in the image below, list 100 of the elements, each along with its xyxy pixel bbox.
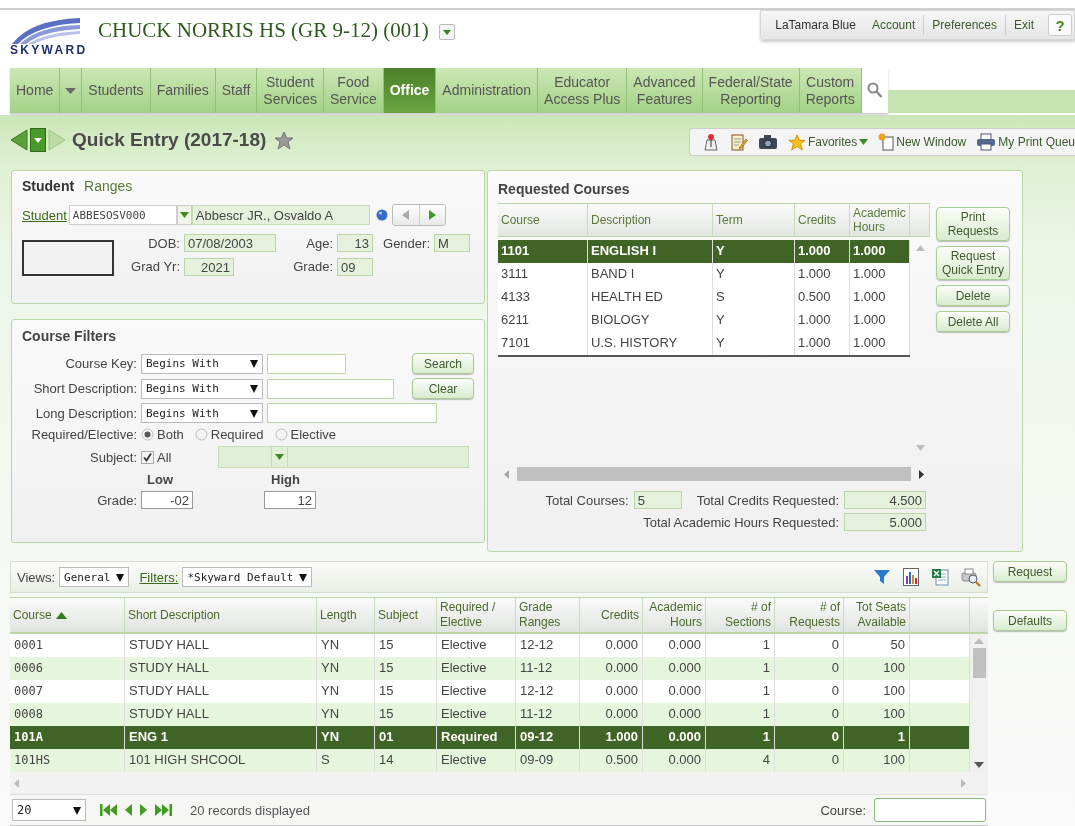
match-dropdown[interactable]: Begins With (141, 403, 263, 423)
table-row[interactable]: 101HS 101 HIGH SHCOOL S 14 Elective 09-09 0.500 0.000 4 0 100 (10, 749, 970, 772)
grade-low-field[interactable]: -02 (141, 491, 193, 509)
input-field[interactable] (267, 353, 346, 374)
student-link[interactable]: Student (22, 207, 67, 223)
logo-swoosh-icon (10, 16, 82, 44)
scroll-left-icon (504, 469, 509, 479)
column-header[interactable]: # of Sections (706, 598, 775, 632)
student-id-field[interactable]: ABBESOSV000 (68, 205, 177, 225)
nav-tab[interactable]: Students (82, 68, 151, 113)
nav-tab[interactable]: Student Services (257, 68, 324, 113)
views-dropdown[interactable]: General (59, 567, 130, 587)
column-header[interactable]: Academic Hours (850, 204, 910, 236)
column-header[interactable]: # of Requests (775, 598, 844, 632)
action-button[interactable]: Delete All (936, 311, 1010, 332)
camera-icon[interactable] (757, 134, 778, 150)
radio-button[interactable]: Elective (274, 427, 337, 442)
radio-button[interactable]: Both (141, 427, 184, 442)
column-header[interactable]: Credits (580, 598, 643, 632)
next-page-icon[interactable] (140, 804, 147, 816)
filter-button[interactable]: Search (412, 353, 474, 374)
nav-tab[interactable]: Staff (215, 68, 258, 113)
horizontal-scrollbar[interactable] (10, 772, 988, 794)
panel-tab[interactable]: Ranges (84, 178, 133, 194)
table-row[interactable]: 4133 HEALTH ED S 0.500 1.000 (498, 286, 910, 309)
input-field[interactable] (267, 378, 394, 399)
first-page-icon[interactable] (100, 804, 117, 816)
input-field[interactable] (267, 403, 437, 423)
panel-tab[interactable]: Student (22, 178, 75, 194)
nav-tab[interactable]: Federal/State Reporting (702, 68, 800, 113)
radio-button[interactable]: Required (194, 427, 264, 442)
nav-tab[interactable]: Custom Reports (799, 68, 862, 113)
school-dropdown-button[interactable] (438, 24, 455, 40)
filter-icon[interactable] (873, 568, 891, 586)
user-menu-link[interactable]: Account (863, 15, 924, 35)
table-row[interactable]: 101A ENG 1 YN 01 Required 09-12 1.000 0.000 1 0 1 (10, 726, 970, 749)
bar-chart-icon[interactable] (903, 568, 919, 586)
column-header[interactable]: Grade Ranges (516, 598, 580, 632)
help-button[interactable]: ? (1048, 14, 1072, 36)
column-header[interactable]: Description (588, 204, 713, 236)
column-header[interactable]: Term (713, 204, 795, 236)
table-row[interactable]: 0006 STUDY HALL YN 15 Elective 11-12 0.000 0.000 1 0 100 (10, 657, 970, 680)
column-header[interactable]: Subject (375, 598, 437, 632)
spreadsheet-icon[interactable] (931, 568, 949, 586)
map-pin-icon[interactable] (701, 133, 720, 151)
filter-button[interactable]: Clear (412, 378, 474, 399)
scroll-left-icon (14, 778, 19, 788)
user-menu-link[interactable]: Exit (1005, 15, 1042, 35)
nav-tab[interactable]: Advanced Features (627, 68, 703, 113)
print-queue-button[interactable]: My Print Queu (976, 133, 1075, 151)
favorites-button[interactable]: Favorites (787, 133, 869, 151)
column-header[interactable]: Short Description (125, 598, 317, 632)
action-button[interactable]: Request Quick Entry (936, 246, 1010, 280)
previous-page-icon[interactable] (125, 804, 132, 816)
nav-tab[interactable]: Educator Access Plus (538, 68, 628, 113)
action-button[interactable]: Delete (936, 285, 1010, 306)
new-window-button[interactable]: New Window (878, 133, 967, 151)
nav-tab[interactable]: Office (383, 68, 437, 113)
page-size-dropdown[interactable]: 20 (12, 799, 86, 821)
scroll-thumb[interactable] (517, 467, 911, 481)
nav-menu-button[interactable] (60, 68, 83, 113)
column-header[interactable]: Course (10, 598, 125, 632)
column-header[interactable]: Academic Hours (643, 598, 706, 632)
user-menu-link[interactable]: Preferences (923, 15, 1005, 35)
grade-high-field[interactable]: 12 (264, 491, 316, 509)
history-dropdown-button[interactable] (30, 128, 46, 152)
column-header[interactable]: Credits (795, 204, 850, 236)
column-header[interactable]: Course (498, 204, 588, 236)
table-row[interactable]: 0008 STUDY HALL YN 15 Elective 11-12 0.000 0.000 1 0 100 (10, 703, 970, 726)
action-button[interactable]: Request (993, 561, 1067, 582)
filters-dropdown[interactable]: *Skyward Default (182, 567, 313, 587)
search-button[interactable] (861, 68, 888, 113)
table-row[interactable]: 6211 BIOLOGY Y 1.000 1.000 (498, 309, 910, 332)
last-page-icon[interactable] (155, 804, 172, 816)
logo-text: SKYWARD (10, 44, 86, 57)
nav-tab[interactable]: Food Service (324, 68, 384, 113)
column-header[interactable]: Required / Elective (437, 598, 516, 632)
table-row[interactable]: 7101 U.S. HISTORY Y 1.000 1.000 (498, 332, 910, 355)
filters-link[interactable]: Filters: (139, 569, 179, 585)
action-button[interactable]: Print Requests (936, 207, 1010, 241)
vertical-scrollbar[interactable] (970, 634, 988, 772)
nav-tab[interactable]: Families (150, 68, 216, 113)
column-header[interactable]: Tot Seats Available (844, 598, 910, 632)
print-preview-icon[interactable] (961, 567, 981, 587)
nav-tab[interactable]: Administration (436, 68, 539, 113)
star-icon (787, 133, 806, 151)
course-input-field[interactable] (874, 798, 986, 822)
action-button[interactable]: Defaults (993, 610, 1067, 631)
column-header[interactable]: Length (317, 598, 375, 632)
notepad-icon[interactable] (729, 133, 748, 151)
table-row[interactable]: 1101 ENGLISH I Y 1.000 1.000 (498, 240, 910, 263)
match-dropdown[interactable]: Begins With (141, 378, 263, 399)
checkbox[interactable]: All (141, 449, 172, 465)
back-arrow-icon[interactable] (10, 129, 28, 151)
star-icon[interactable] (274, 130, 295, 150)
info-icon[interactable] (375, 209, 388, 221)
scroll-thumb[interactable] (972, 648, 986, 678)
table-row[interactable]: 3111 BAND I Y 1.000 1.000 (498, 263, 910, 286)
match-dropdown[interactable]: Begins With (141, 353, 263, 374)
nav-tab[interactable]: Home (10, 68, 61, 113)
